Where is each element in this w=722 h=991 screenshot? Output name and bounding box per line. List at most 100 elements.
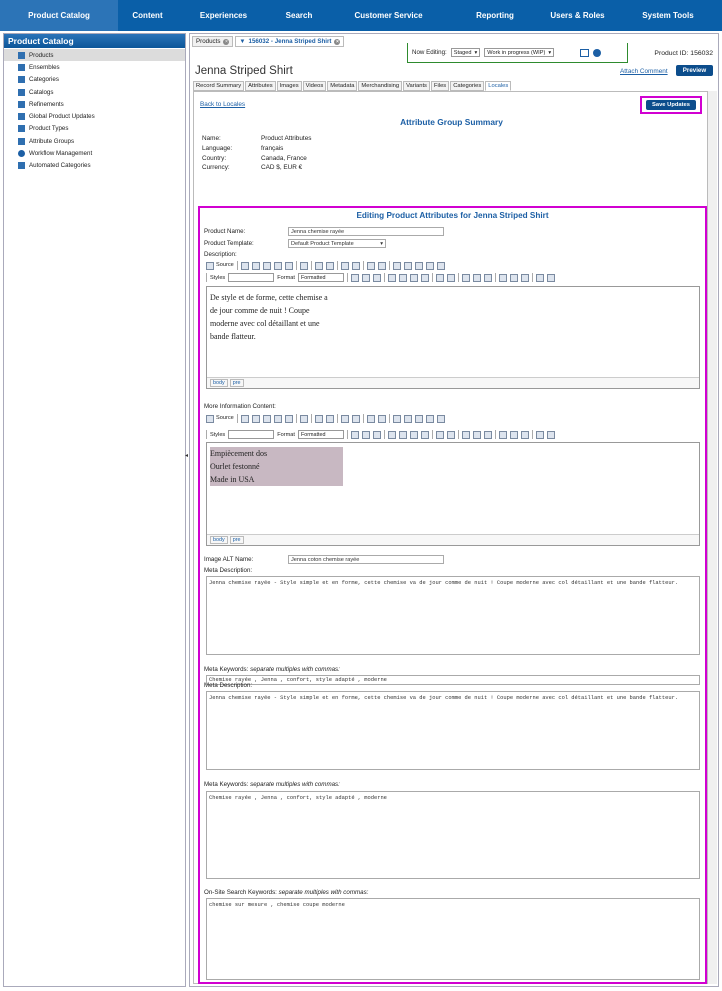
align-left-icon[interactable] (387, 430, 396, 439)
subtab[interactable]: Attributes (245, 81, 276, 91)
table-icon[interactable] (403, 261, 412, 270)
sidebar-item[interactable]: Workflow Management (4, 147, 185, 159)
sidebar-item[interactable]: Catalogs (4, 86, 185, 98)
subtab[interactable]: Metadata (327, 81, 358, 91)
source-button[interactable]: Source (206, 261, 234, 270)
nav-item[interactable]: Search (270, 0, 328, 31)
undo-icon[interactable] (314, 261, 323, 270)
remove-format-icon[interactable] (377, 261, 386, 270)
justify-icon[interactable] (420, 273, 429, 282)
justify-icon[interactable] (420, 430, 429, 439)
cut-icon[interactable] (240, 414, 249, 423)
unlink-icon[interactable] (509, 430, 518, 439)
styles-select[interactable] (228, 273, 275, 282)
subtab[interactable]: Merchandising (358, 81, 403, 91)
sidebar-item[interactable]: Categories (4, 74, 185, 86)
spellcheck-icon[interactable] (299, 414, 308, 423)
attach-comment-link[interactable]: Attach Comment (620, 68, 668, 75)
strikethrough-icon[interactable] (372, 430, 381, 439)
copy-icon[interactable] (251, 261, 260, 270)
sidebar-item[interactable]: Attribute Groups (4, 135, 185, 147)
product-template-select[interactable]: Default Product Template ▾ (288, 239, 386, 248)
align-right-icon[interactable] (409, 430, 418, 439)
tab-products[interactable]: Products × (192, 36, 234, 47)
globe-icon[interactable] (535, 430, 544, 439)
stage-select[interactable]: Staged ▾ (450, 48, 481, 57)
paste-icon[interactable] (262, 261, 271, 270)
styles-select[interactable] (228, 430, 275, 439)
sidebar-item[interactable]: Product Types (4, 123, 185, 135)
path-pre[interactable]: pre (229, 536, 244, 544)
numbered-list-icon[interactable] (435, 273, 444, 282)
calendar-icon[interactable] (580, 48, 590, 57)
copy-icon[interactable] (251, 414, 260, 423)
close-icon[interactable]: × (334, 38, 341, 45)
path-pre[interactable]: pre (229, 379, 244, 387)
subtab[interactable]: Variants (403, 81, 430, 91)
strikethrough-icon[interactable] (372, 273, 381, 282)
path-body[interactable]: body (210, 536, 228, 544)
select-all-icon[interactable] (366, 414, 375, 423)
preview-button[interactable]: Preview (676, 65, 713, 76)
format-select[interactable]: Formatted (297, 430, 344, 439)
link-icon[interactable] (498, 430, 507, 439)
image-icon[interactable] (392, 414, 401, 423)
anchor-icon[interactable] (520, 430, 529, 439)
help-icon[interactable] (546, 430, 555, 439)
subtab[interactable]: Record Summary (193, 81, 245, 91)
image-icon[interactable] (392, 261, 401, 270)
bullet-list-icon[interactable] (446, 430, 455, 439)
cut-icon[interactable] (240, 261, 249, 270)
nav-item[interactable]: Experiences (177, 0, 270, 31)
align-center-icon[interactable] (398, 273, 407, 282)
align-center-icon[interactable] (398, 430, 407, 439)
outdent-icon[interactable] (461, 273, 470, 282)
align-right-icon[interactable] (409, 273, 418, 282)
nav-item[interactable]: Customer Service (328, 0, 449, 31)
bold-icon[interactable] (350, 273, 359, 282)
sidebar-item[interactable]: Products (4, 49, 185, 62)
help-icon[interactable] (546, 273, 555, 282)
unlink-icon[interactable] (509, 273, 518, 282)
indent-icon[interactable] (472, 273, 481, 282)
horizontal-rule-icon[interactable] (414, 414, 423, 423)
product-name-input[interactable]: Jenna chemise rayée (288, 227, 444, 236)
nav-item[interactable]: Product Catalog (0, 0, 118, 31)
undo-icon[interactable] (314, 414, 323, 423)
sidebar-item[interactable]: Ensembles (4, 61, 185, 73)
source-icon[interactable] (206, 414, 214, 423)
spellcheck-icon[interactable] (299, 261, 308, 270)
status-select[interactable]: Work in progress (WIP) ▾ (484, 48, 555, 57)
subtab[interactable]: Locales (485, 81, 512, 91)
meta-keywords-input[interactable]: Chemise rayée , Jenna , confort, style a… (206, 675, 700, 685)
subtab[interactable]: Categories (450, 81, 485, 91)
nav-item[interactable]: Reporting (449, 0, 541, 31)
paste-text-icon[interactable] (273, 261, 282, 270)
back-to-locales-link[interactable]: Back to Locales (200, 101, 245, 108)
save-updates-button[interactable]: Save Updates (645, 100, 697, 110)
blockquote-icon[interactable] (483, 430, 492, 439)
select-all-icon[interactable] (366, 261, 375, 270)
horizontal-rule-icon[interactable] (414, 261, 423, 270)
format-select[interactable]: Formatted (297, 273, 344, 282)
paste-icon[interactable] (262, 414, 271, 423)
paste-word-icon[interactable] (284, 261, 293, 270)
source-button[interactable]: Source (206, 414, 234, 423)
link-icon[interactable] (498, 273, 507, 282)
description-editor[interactable]: De style et de forme, cette chemise a de… (206, 286, 700, 389)
sidebar-item[interactable]: Automated Categories (4, 160, 185, 172)
nav-item[interactable]: System Tools (614, 0, 722, 31)
sidebar-item[interactable]: Global Product Updates (4, 110, 185, 122)
bullet-list-icon[interactable] (446, 273, 455, 282)
nav-item[interactable]: Content (118, 0, 177, 31)
replace-icon[interactable] (351, 414, 360, 423)
tab-record[interactable]: ▼ 156032 - Jenna Striped Shirt × (235, 36, 345, 47)
page-break-icon[interactable] (436, 261, 445, 270)
image-alt-input[interactable]: Jenna coton chemise rayée (288, 555, 444, 564)
path-body[interactable]: body (210, 379, 228, 387)
source-icon[interactable] (206, 261, 214, 270)
subtab[interactable]: Images (276, 81, 302, 91)
indent-icon[interactable] (472, 430, 481, 439)
meta-keywords-textarea[interactable]: Chemise rayée , Jenna , confort, style a… (206, 791, 700, 879)
subtab[interactable]: Files (430, 81, 450, 91)
